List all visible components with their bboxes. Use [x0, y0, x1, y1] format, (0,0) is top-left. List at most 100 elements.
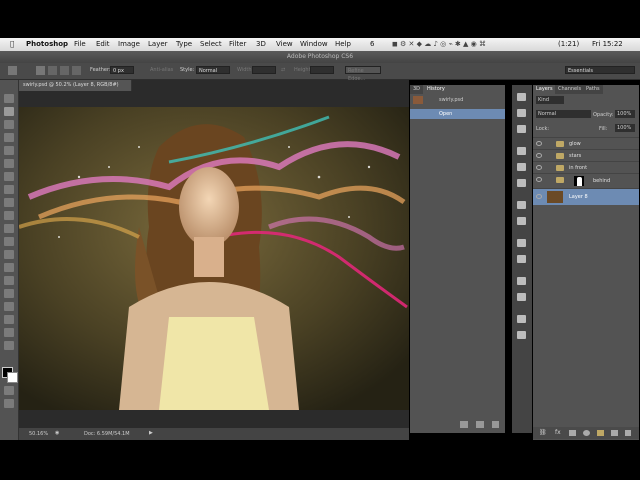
adjustments-icon[interactable]: [517, 201, 526, 209]
new-snapshot-icon[interactable]: [460, 421, 468, 428]
hand-tool-icon[interactable]: [4, 328, 14, 337]
canvas-image[interactable]: [19, 107, 409, 410]
path-select-tool-icon[interactable]: [4, 302, 14, 311]
menu-image[interactable]: Image: [118, 40, 140, 48]
tab-layers[interactable]: Layers: [533, 85, 556, 94]
clock[interactable]: Fri 15:22: [592, 40, 623, 48]
brush-tool-icon[interactable]: [4, 185, 14, 194]
add-selection-icon[interactable]: [48, 66, 57, 75]
subtract-selection-icon[interactable]: [60, 66, 69, 75]
menu-3d[interactable]: 3D: [256, 40, 266, 48]
menu-file[interactable]: File: [74, 40, 86, 48]
notes-icon[interactable]: [517, 293, 526, 301]
adobe-status-icon[interactable]: 6: [370, 40, 374, 48]
status-arrow-icon[interactable]: ▶: [149, 430, 153, 436]
menu-edit[interactable]: Edit: [96, 40, 110, 48]
eraser-tool-icon[interactable]: [4, 224, 14, 233]
marquee-tool-icon[interactable]: [4, 107, 14, 116]
new-group-icon[interactable]: [597, 430, 604, 436]
swap-icon[interactable]: ⇄: [281, 67, 285, 73]
swatches-panel-icon[interactable]: [517, 109, 526, 117]
layer-row-behind[interactable]: behind: [533, 173, 639, 188]
antialias-checkbox[interactable]: Anti-alias: [150, 67, 173, 73]
type-tool-icon[interactable]: [4, 289, 14, 298]
character-icon[interactable]: [517, 239, 526, 247]
move-tool-icon[interactable]: [4, 94, 14, 103]
delete-layer-icon[interactable]: [625, 430, 631, 436]
tab-history[interactable]: History: [424, 85, 448, 94]
history-item-open[interactable]: Open: [410, 109, 505, 119]
eyedropper-tool-icon[interactable]: [4, 159, 14, 168]
document-tab[interactable]: swirly.psd @ 50.2% (Layer 8, RGB/8#): [19, 80, 132, 91]
play-icon[interactable]: [517, 147, 526, 155]
screen-mode-icon[interactable]: [4, 399, 14, 408]
crop-tool-icon[interactable]: [4, 146, 14, 155]
tab-channels[interactable]: Channels: [555, 85, 585, 94]
info-icon[interactable]: ◉: [55, 430, 59, 436]
info-panel-icon[interactable]: [517, 163, 526, 171]
zoom-level[interactable]: 50.16%: [29, 431, 48, 437]
width-input[interactable]: [252, 66, 276, 74]
visibility-eye-icon[interactable]: [536, 141, 542, 146]
trash-icon[interactable]: [492, 421, 499, 428]
visibility-eye-icon[interactable]: [536, 165, 542, 170]
menu-select[interactable]: Select: [200, 40, 222, 48]
fx-icon[interactable]: fx: [555, 429, 561, 436]
snapshot-label[interactable]: swirly.psd: [439, 97, 463, 103]
visibility-eye-icon[interactable]: [536, 153, 542, 158]
shape-tool-icon[interactable]: [4, 315, 14, 324]
tab-3d[interactable]: 3D: [410, 85, 424, 94]
adjustment-layer-icon[interactable]: [583, 430, 590, 436]
battery-indicator[interactable]: (1:21): [558, 40, 579, 48]
gradient-tool-icon[interactable]: [4, 237, 14, 246]
camera-icon[interactable]: [476, 421, 484, 428]
menu-window[interactable]: Window: [300, 40, 328, 48]
layer-row-layer-8[interactable]: Layer 8: [533, 188, 639, 205]
marquee-preset-icon[interactable]: [8, 66, 17, 75]
pen-tool-icon[interactable]: [4, 276, 14, 285]
refine-edge-button[interactable]: Refine Edge...: [345, 66, 381, 82]
properties-icon[interactable]: [517, 315, 526, 323]
layer-mask-thumbnail[interactable]: [574, 176, 584, 186]
blend-mode-select[interactable]: Normal: [536, 110, 591, 118]
add-mask-icon[interactable]: [569, 430, 576, 436]
new-layer-icon[interactable]: [611, 430, 618, 436]
menu-help[interactable]: Help: [335, 40, 351, 48]
clone-stamp-tool-icon[interactable]: [4, 198, 14, 207]
color-panel-icon[interactable]: [517, 93, 526, 101]
histogram-icon[interactable]: [517, 179, 526, 187]
snapshot-thumbnail[interactable]: [413, 96, 423, 104]
quick-select-tool-icon[interactable]: [4, 133, 14, 142]
style-select[interactable]: Normal: [196, 66, 230, 74]
new-selection-icon[interactable]: [36, 66, 45, 75]
filter-kind-select[interactable]: Kind: [536, 96, 564, 104]
quick-mask-icon[interactable]: [4, 386, 14, 395]
brush-panel-icon[interactable]: [517, 125, 526, 133]
apple-menu-icon[interactable]: : [10, 40, 14, 48]
zoom-tool-icon[interactable]: [4, 341, 14, 350]
menu-layer[interactable]: Layer: [148, 40, 168, 48]
opacity-input[interactable]: 100%: [615, 110, 635, 118]
lasso-tool-icon[interactable]: [4, 120, 14, 129]
tools-presets-icon[interactable]: [517, 217, 526, 225]
intersect-selection-icon[interactable]: [72, 66, 81, 75]
layer-comps-icon[interactable]: [517, 277, 526, 285]
feather-input[interactable]: 0 px: [110, 66, 134, 74]
dodge-tool-icon[interactable]: [4, 263, 14, 272]
tab-paths[interactable]: Paths: [583, 85, 603, 94]
fill-input[interactable]: 100%: [615, 124, 635, 132]
workspace-select[interactable]: Essentials: [565, 66, 635, 74]
menu-type[interactable]: Type: [176, 40, 192, 48]
styles-icon[interactable]: [517, 331, 526, 339]
link-icon[interactable]: ⛓: [539, 429, 547, 436]
background-color-swatch[interactable]: [7, 372, 18, 383]
menu-view[interactable]: View: [276, 40, 293, 48]
healing-tool-icon[interactable]: [4, 172, 14, 181]
visibility-eye-icon[interactable]: [536, 194, 542, 199]
paragraph-icon[interactable]: [517, 255, 526, 263]
height-input[interactable]: [310, 66, 334, 74]
visibility-eye-icon[interactable]: [536, 177, 542, 182]
history-brush-tool-icon[interactable]: [4, 211, 14, 220]
menu-filter[interactable]: Filter: [229, 40, 246, 48]
app-menu[interactable]: Photoshop: [26, 40, 68, 48]
